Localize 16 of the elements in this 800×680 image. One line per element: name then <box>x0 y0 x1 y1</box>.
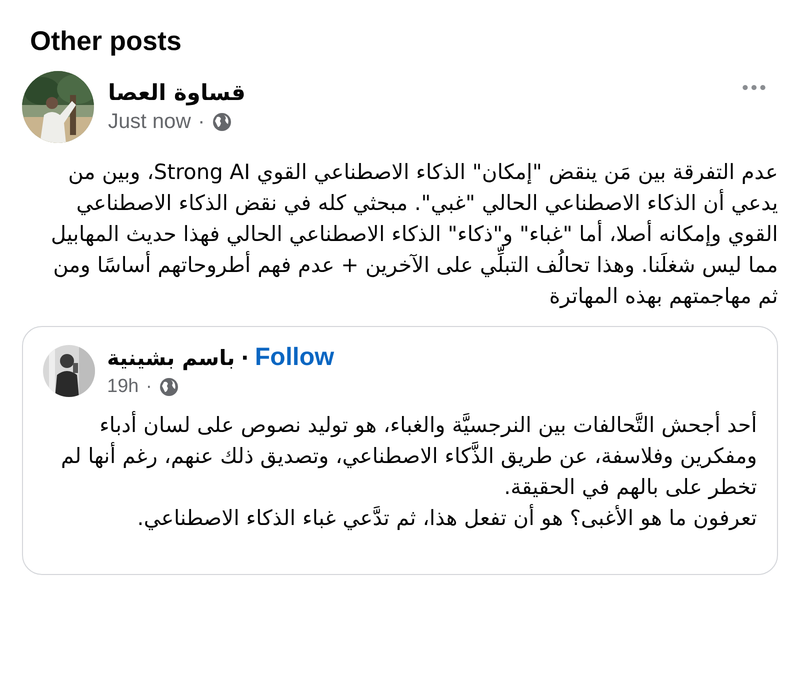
post-text: عدم التفرقة بين مَن ينقض "إمكان" الذكاء الاصطناعي القوي Strong AI، وبين من يدعي أن الذكاء الاصطناعي الحالي "غبي". مبحثي كله في نقض الذكاء الاصطناعي القوي وإمكانه أصلا، أما "غباء" و"ذكاء" الذكاء الاصطناعي الحالي فهذا حديث المهابيل مما ليس شغلَنا. وهذا تحالُف التبلِّي على الآخرين + عدم فهم أطروحاتهم أساسًا ومن ثم مهاجمتهم بهذه المهاترة <box>50 159 778 310</box>
follow-link[interactable]: Follow <box>254 343 334 372</box>
separator-dot: · <box>146 376 152 398</box>
globe-icon <box>159 377 180 397</box>
section-title: Other posts <box>30 26 183 57</box>
separator-dot: · <box>240 346 249 370</box>
post-time[interactable]: 19h <box>107 376 139 398</box>
globe-icon <box>212 112 232 132</box>
shared-post-text: أحد أجحش التَّحالفات بين النرجسيَّة والغباء، هو توليد نصوص على لسان أدباء ومفكرين وفلاسفة، عن طريق الذَّكاء الاصطناعي، وتصديق ذلك عنهم، رغم أنها لم تخطر على بالهم في الحقيقة. <box>60 410 757 502</box>
author-name[interactable]: باسم بشينية <box>107 346 235 370</box>
separator-dot: · <box>198 110 205 134</box>
shared-post-card[interactable] <box>22 326 778 575</box>
more-options-icon[interactable] <box>742 84 766 90</box>
author-name[interactable]: قساوة العصا <box>108 80 246 106</box>
post-time[interactable]: Just now <box>108 110 191 134</box>
shared-post-text: تعرفون ما هو الأغبى؟ هو أن تفعل هذا، ثم تدَّعي غباء الذكاء الاصطناعي. <box>136 503 757 532</box>
